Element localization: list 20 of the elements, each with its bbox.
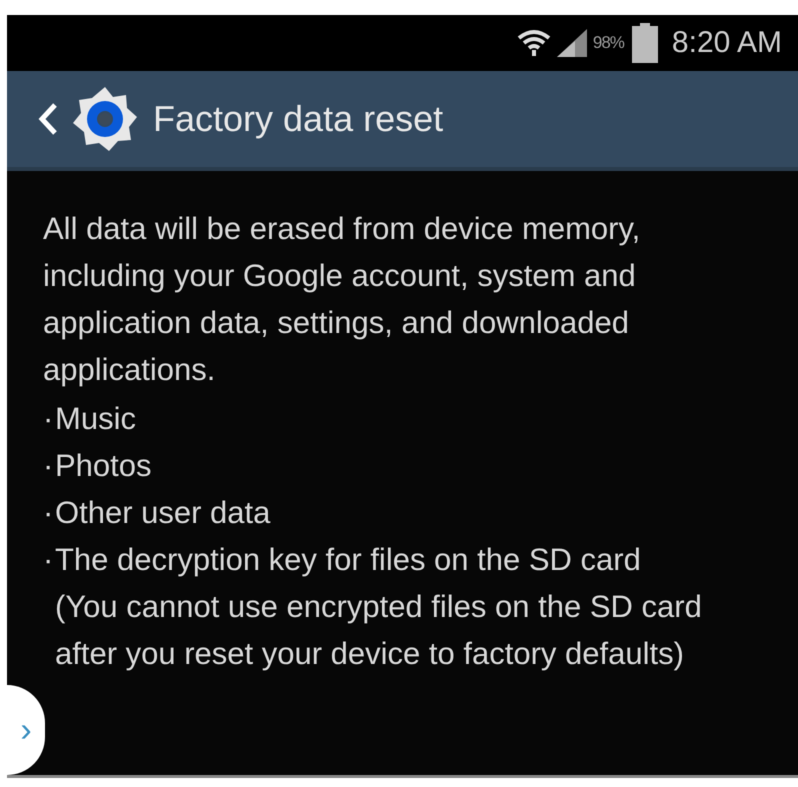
chevron-glyph: › [20, 713, 32, 747]
list-item-text: Music [55, 400, 137, 438]
list-item-text: The decryption key for files on the SD card [55, 541, 642, 579]
bullet-mark: · [43, 447, 54, 485]
bullet-mark: · [43, 400, 54, 438]
battery-icon [632, 23, 658, 63]
list-item-text: Other user data [55, 494, 272, 532]
bullet-mark: · [43, 541, 54, 579]
back-icon [37, 101, 59, 137]
side-panel-handle[interactable]: › [7, 685, 45, 775]
battery-percent: 98% [592, 33, 624, 53]
bullet-mark: · [43, 494, 54, 532]
settings-icon [71, 85, 139, 153]
wifi-icon [516, 29, 551, 57]
description-text: All data will be erased from device memory, including your Google account, system and application data, settings, and downloaded applications. [43, 210, 642, 389]
screen-title: Factory data reset [153, 98, 444, 140]
note-text: (You cannot use encrypted files on the SD card after you reset your device to factory defaults) [55, 588, 703, 673]
list-item-text: Photos [55, 447, 153, 485]
signal-icon [556, 29, 587, 57]
clock-time: 8:20 AM [672, 26, 782, 60]
